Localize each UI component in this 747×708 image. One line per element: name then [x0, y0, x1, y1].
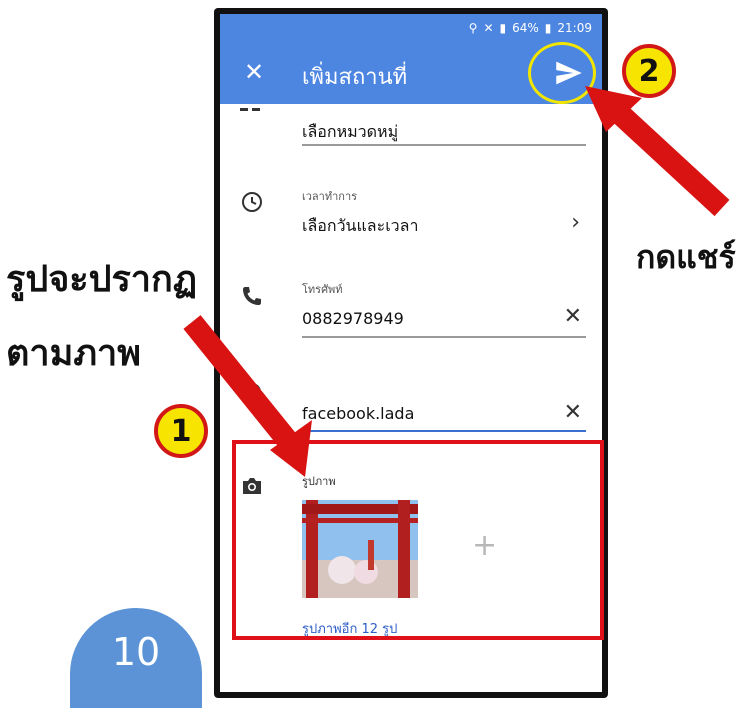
step-2-badge: 2	[622, 44, 676, 98]
arrow-1-icon	[183, 315, 312, 477]
arrow-2-icon	[585, 86, 730, 217]
annotation-arrows	[183, 86, 730, 477]
step-1-badge: 1	[154, 404, 208, 458]
